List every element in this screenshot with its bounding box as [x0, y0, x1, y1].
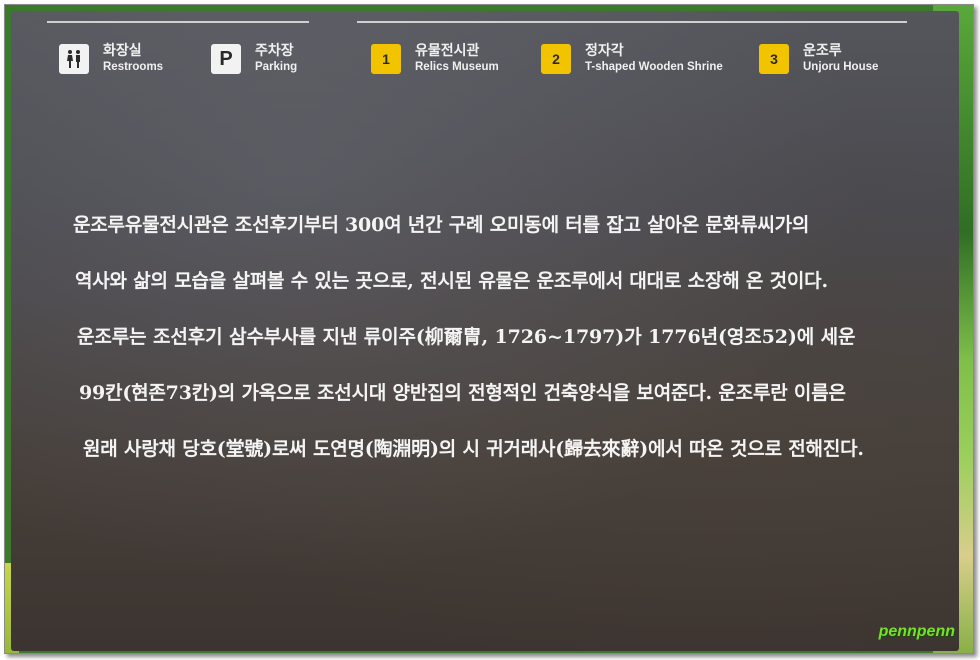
legend-label-ko: 운조루 — [803, 42, 842, 59]
description-text: 운조루유물전시관은 조선후기부터 300여 년간 구례 오미동에 터를 잡고 살… — [73, 197, 933, 477]
legend-label-en: Relics Museum — [415, 61, 499, 74]
legend-label-en: T-shaped Wooden Shrine — [585, 61, 723, 74]
number-2-icon: 2 — [541, 44, 571, 74]
restroom-icon — [59, 44, 89, 74]
legend-label-ko: 주차장 — [255, 42, 294, 59]
number-1-icon: 1 — [371, 44, 401, 74]
parking-icon: P — [211, 44, 241, 74]
legend-label-ko: 정자각 — [585, 42, 624, 59]
legend-unjoru-house: 3 운조루 Unjoru House — [759, 39, 878, 79]
legend-label-en: Restrooms — [103, 61, 164, 74]
legend-relics-museum: 1 유물전시관 Relics Museum — [371, 39, 499, 79]
legend-restrooms: 화장실 Restrooms — [59, 39, 163, 79]
legend-label-en: Parking — [255, 61, 298, 74]
description-line: 운조루는 조선후기 삼수부사를 지낸 류이주(柳爾冑, 1726~1797)가 … — [77, 326, 856, 348]
divider-line-left — [47, 21, 309, 23]
description-line: 역사와 삶의 모습을 살펴볼 수 있는 곳으로, 전시된 유물은 운조루에서 대… — [75, 270, 828, 292]
legend-label-ko: 화장실 — [103, 42, 142, 59]
number-3-icon: 3 — [759, 44, 789, 74]
parking-glyph: P — [219, 47, 233, 70]
description-line: 운조루유물전시관은 조선후기부터 300여 년간 구례 오미동에 터를 잡고 살… — [73, 214, 810, 236]
photographer-watermark: pennpenn — [878, 623, 955, 640]
information-sign-board: 화장실 Restrooms P 주차장 Parking 1 유물전시관 Reli… — [11, 11, 959, 651]
description-line: 99칸(현존73칸)의 가옥으로 조선시대 양반집의 전형적인 건축양식을 보여… — [79, 382, 846, 404]
legend-label-ko: 유물전시관 — [415, 42, 480, 59]
photo-frame: 화장실 Restrooms P 주차장 Parking 1 유물전시관 Reli… — [4, 4, 974, 654]
number-badge-glyph: 1 — [382, 51, 390, 67]
number-badge-glyph: 3 — [770, 51, 778, 67]
legend-wooden-shrine: 2 정자각 T-shaped Wooden Shrine — [541, 39, 723, 79]
legend-parking: P 주차장 Parking — [211, 39, 297, 79]
description-line: 원래 사랑채 당호(堂號)로써 도연명(陶淵明)의 시 귀거래사(歸去來辭)에서… — [83, 438, 864, 460]
legend-label-en: Unjoru House — [803, 61, 879, 74]
number-badge-glyph: 2 — [552, 51, 560, 67]
divider-line-right — [357, 21, 907, 23]
